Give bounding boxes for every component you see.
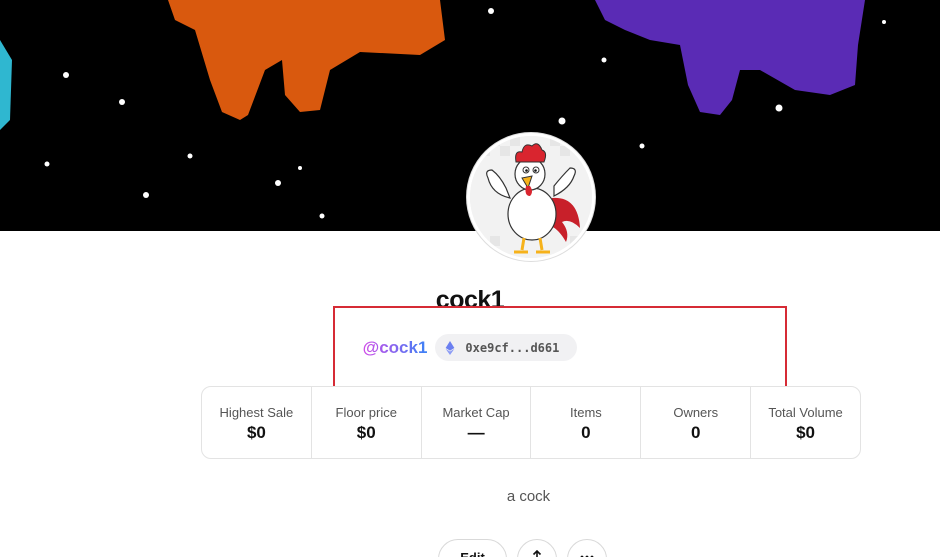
stat-value: 0 bbox=[581, 423, 591, 442]
stat-value: $0 bbox=[356, 423, 376, 442]
collection-stats: Highest Sale $0 Floor price $0 Market Ca… bbox=[201, 386, 861, 459]
share-button[interactable] bbox=[517, 539, 557, 557]
contract-address-pill[interactable]: 0xe9cf...d661 bbox=[435, 334, 578, 361]
stat-floor-price: Floor price $0 bbox=[312, 387, 422, 458]
collection-identity-row: @cock1 0xe9cf...d661 bbox=[0, 334, 940, 361]
stat-items: Items 0 bbox=[531, 387, 642, 458]
stat-label: Total Volume bbox=[768, 405, 843, 420]
share-icon bbox=[532, 550, 542, 557]
contract-address-text: 0xe9cf...d661 bbox=[465, 340, 560, 355]
rooster-avatar-icon bbox=[470, 136, 592, 258]
stat-label: Market Cap bbox=[442, 405, 510, 420]
stat-owners: Owners 0 bbox=[641, 387, 752, 458]
collection-description: a cock bbox=[506, 488, 551, 505]
stat-label: Owners bbox=[673, 405, 719, 420]
stat-value: $0 bbox=[796, 423, 816, 442]
stat-total-volume: Total Volume $0 bbox=[751, 387, 860, 458]
collection-avatar bbox=[467, 133, 595, 261]
collection-name: cock1 bbox=[435, 286, 505, 314]
stat-label: Items bbox=[570, 405, 602, 420]
stat-market-cap: Market Cap — bbox=[422, 387, 532, 458]
stat-value: $0 bbox=[246, 423, 266, 442]
more-options-button[interactable] bbox=[567, 539, 607, 557]
ethereum-icon bbox=[446, 340, 455, 355]
stat-value: 0 bbox=[690, 423, 701, 442]
stat-highest-sale: Highest Sale $0 bbox=[202, 387, 312, 458]
stat-label: Floor price bbox=[335, 405, 397, 420]
more-icon bbox=[580, 555, 594, 557]
stat-label: Highest Sale bbox=[219, 405, 294, 420]
stat-value: — bbox=[467, 423, 485, 442]
collection-handle-link[interactable]: @cock1 bbox=[363, 338, 428, 358]
edit-button[interactable]: Edit bbox=[438, 539, 507, 557]
